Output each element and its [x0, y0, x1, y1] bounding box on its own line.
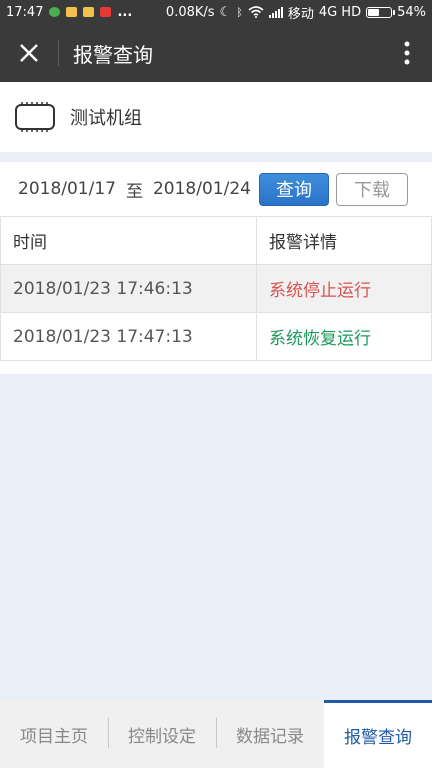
download-button[interactable]: 下载 [335, 172, 408, 206]
message-icon [83, 7, 95, 17]
tab-data-records[interactable]: 数据记录 [216, 700, 324, 768]
date-separator: 至 [125, 181, 143, 202]
carrier-name: 移动 [287, 6, 314, 22]
alarm-detail: 系统停止运行 [256, 264, 432, 313]
tab-alarm-query[interactable]: 报警查询 [324, 700, 432, 768]
app-notification-icon [100, 7, 112, 17]
table-row: 2018/01/23 17:47:13 系统恢复运行 [0, 312, 432, 361]
moon-icon: ☾ [219, 4, 232, 20]
more-notifications-icon: ... [117, 4, 133, 20]
end-date[interactable]: 2018/01/24 [153, 179, 251, 199]
alarm-query-panel: 2018/01/17 至 2018/01/24 查询 下载 时间 报警详情 20… [0, 162, 432, 374]
start-date[interactable]: 2018/01/17 [18, 179, 116, 199]
message-icon [66, 7, 78, 17]
alarm-detail: 系统恢复运行 [256, 312, 432, 361]
battery-percent: 54% [397, 4, 426, 20]
alarm-time: 2018/01/23 17:46:13 [0, 264, 257, 313]
query-button[interactable]: 查询 [258, 172, 329, 206]
battery-icon [366, 6, 396, 18]
alarm-table: 时间 报警详情 2018/01/23 17:46:13 系统停止运行 2018/… [0, 216, 432, 361]
status-time: 17:47 [6, 4, 44, 20]
date-range-row: 2018/01/17 至 2018/01/24 查询 下载 [0, 162, 432, 216]
signal-icon [268, 6, 283, 18]
wifi-icon [248, 6, 264, 18]
wechat-icon [49, 7, 61, 17]
column-header-detail: 报警详情 [256, 216, 432, 265]
device-chip-icon [15, 102, 55, 132]
alarm-time: 2018/01/23 17:47:13 [0, 312, 257, 361]
device-name: 测试机组 [70, 108, 142, 129]
close-icon [20, 44, 38, 62]
column-header-time: 时间 [0, 216, 257, 265]
close-button[interactable] [0, 24, 58, 82]
status-bar: 17:47 ... 0.08K/s ☾ ᛒ 移动 4G HD 54% [0, 0, 432, 24]
device-header: 测试机组 [0, 82, 432, 152]
net-speed: 0.08K/s [165, 4, 215, 20]
appbar-divider [58, 40, 59, 66]
bottom-tab-bar: 项目主页 控制设定 数据记录 报警查询 [0, 700, 432, 768]
more-menu-button[interactable] [382, 24, 432, 82]
tab-control-settings[interactable]: 控制设定 [108, 700, 216, 768]
app-bar: 报警查询 [0, 24, 432, 82]
table-header-row: 时间 报警详情 [0, 216, 432, 265]
table-row: 2018/01/23 17:46:13 系统停止运行 [0, 264, 432, 313]
page-title: 报警查询 [73, 42, 153, 67]
tab-project-home[interactable]: 项目主页 [0, 700, 108, 768]
bluetooth-icon: ᛒ [236, 5, 243, 19]
network-type: 4G HD [318, 4, 362, 20]
more-vertical-icon [404, 41, 410, 65]
